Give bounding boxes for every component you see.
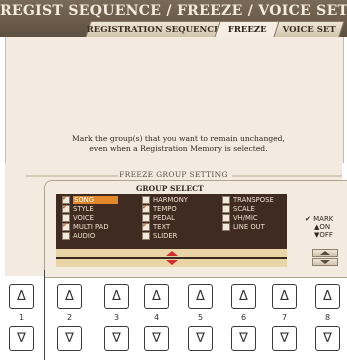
callout-line: [44, 270, 45, 360]
hw-up-button-3[interactable]: Δ: [104, 284, 129, 309]
group-item-song[interactable]: SONG: [62, 194, 119, 204]
instruction-message: Mark the group(s) that you want to remai…: [72, 134, 285, 153]
hw-up-button-4[interactable]: Δ: [144, 284, 169, 309]
scroll-up-arrow-icon[interactable]: [166, 251, 178, 256]
section-label: FREEZE GROUP SETTING: [119, 170, 228, 179]
content-area: Mark the group(s) that you want to remai…: [5, 37, 344, 163]
button-number-8: 8: [324, 313, 331, 322]
group-item-audio[interactable]: AUDIO: [62, 231, 95, 240]
scroll-arrows: [56, 249, 287, 267]
group-item-transpose[interactable]: TRANSPOSE: [222, 195, 274, 204]
checkbox[interactable]: [222, 213, 230, 222]
group-item-style[interactable]: STYLE: [62, 203, 94, 213]
checkbox[interactable]: [222, 195, 230, 204]
group-item-slider[interactable]: SLIDER: [142, 231, 177, 240]
group-item-line-out[interactable]: LINE OUT: [222, 222, 265, 231]
lcd-screen: REGIST SEQUENCE / FREEZE / VOICE SET REG…: [0, 0, 347, 278]
group-select-label: GROUP SELECT: [136, 184, 204, 193]
hw-up-button-1[interactable]: Δ: [9, 284, 34, 309]
hw-down-button-6[interactable]: ∇: [231, 326, 256, 351]
group-item-text[interactable]: TEXT: [142, 221, 170, 231]
tab-registration-sequence[interactable]: REGISTRATION SEQUENCE: [85, 21, 223, 37]
button-number-1: 1: [18, 313, 25, 322]
tab-freeze[interactable]: FREEZE: [214, 21, 280, 38]
mark-off-button[interactable]: [312, 258, 338, 266]
group-item-vh-mic[interactable]: VH/MIC: [222, 213, 258, 222]
mark-legend: ✔ MARK ▲ON ▼OFF: [305, 215, 334, 239]
group-item-multi-pad[interactable]: MULTI PAD: [62, 221, 109, 231]
hw-down-button-7[interactable]: ∇: [272, 326, 297, 351]
tab-voice-set[interactable]: VOICE SET: [273, 21, 345, 37]
group-item-scale[interactable]: SCALE: [222, 204, 255, 213]
hw-up-button-8[interactable]: Δ: [315, 284, 340, 309]
checkbox[interactable]: [222, 204, 230, 213]
checkbox[interactable]: [142, 231, 150, 240]
hw-down-button-2[interactable]: ∇: [57, 326, 82, 351]
hw-down-button-4[interactable]: ∇: [144, 326, 169, 351]
checkbox[interactable]: [142, 203, 150, 213]
checkbox[interactable]: [142, 221, 150, 231]
button-number-6: 6: [240, 313, 247, 322]
checkbox[interactable]: [62, 231, 70, 240]
button-number-5: 5: [197, 313, 204, 322]
hw-down-button-5[interactable]: ∇: [188, 326, 213, 351]
hw-up-button-2[interactable]: Δ: [57, 284, 82, 309]
screen-title: REGIST SEQUENCE / FREEZE / VOICE SET: [0, 3, 347, 19]
button-number-2: 2: [66, 313, 73, 322]
divider: [56, 257, 287, 259]
mark-on-button[interactable]: [312, 249, 338, 257]
group-item-harmony[interactable]: HARMONY: [142, 195, 188, 204]
down-triangle-icon: [320, 260, 330, 264]
hw-up-button-5[interactable]: Δ: [188, 284, 213, 309]
group-item-tempo[interactable]: TEMPO: [142, 203, 177, 213]
button-number-4: 4: [153, 313, 160, 322]
checkbox[interactable]: [62, 203, 70, 213]
group-list: SONG STYLE VOICE MULTI PAD AUDIO HARMONY…: [56, 194, 287, 249]
checkbox[interactable]: [62, 221, 70, 231]
checkbox[interactable]: [222, 222, 230, 231]
button-number-3: 3: [113, 313, 120, 322]
hw-down-button-8[interactable]: ∇: [315, 326, 340, 351]
hw-down-button-3[interactable]: ∇: [104, 326, 129, 351]
scroll-down-arrow-icon[interactable]: [166, 260, 178, 265]
hw-up-button-6[interactable]: Δ: [231, 284, 256, 309]
up-triangle-icon: [320, 251, 330, 255]
hw-down-button-1[interactable]: ∇: [9, 326, 34, 351]
hw-up-button-7[interactable]: Δ: [272, 284, 297, 309]
button-number-7: 7: [281, 313, 288, 322]
checkmark-icon: ✔: [305, 215, 311, 223]
